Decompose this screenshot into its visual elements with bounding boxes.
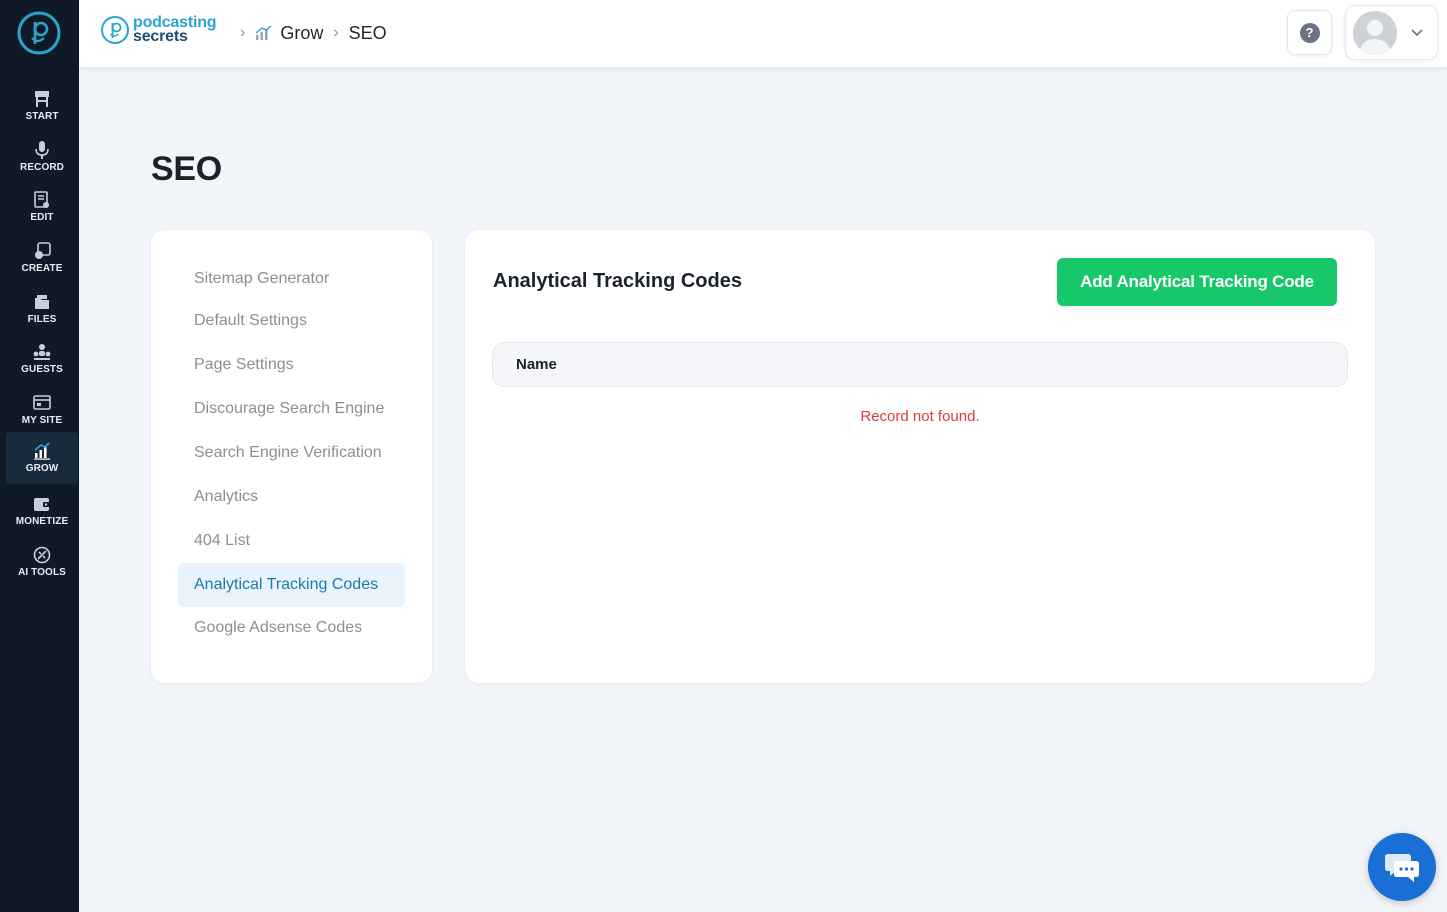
tracking-codes-panel: Analytical Tracking Codes Add Analytical… (465, 230, 1375, 683)
guests-icon (31, 341, 53, 363)
menu-item-analytics[interactable]: Analytics (178, 475, 405, 519)
chat-widget-button[interactable] (1368, 833, 1436, 901)
help-icon: ? (1299, 22, 1320, 43)
rail-item-grow[interactable]: GROW (6, 432, 78, 484)
page-title: SEO (151, 150, 222, 188)
chevron-right-icon: › (240, 24, 246, 41)
brand-mark-icon (101, 16, 129, 44)
create-icon (31, 240, 53, 262)
rail-label: GROW (25, 463, 59, 474)
menu-item-404-list[interactable]: 404 List (178, 519, 405, 563)
rail-label: CREATE (21, 263, 63, 274)
rail-item-ai-tools[interactable]: AI TOOLS (6, 538, 78, 588)
grow-chart-icon (255, 25, 272, 40)
avatar (1353, 10, 1397, 55)
rail-item-create[interactable]: CREATE (6, 234, 78, 284)
menu-item-sitemap-generator[interactable]: Sitemap Generator (178, 257, 405, 301)
menu-item-discourage-search-engine[interactable]: Discourage Search Engine (178, 387, 405, 431)
rail-label: EDIT (30, 212, 54, 223)
left-rail: START RECORD EDIT CREATE FILES GUESTS MY… (0, 0, 79, 912)
grow-icon (31, 440, 53, 462)
rail-label: GUESTS (21, 364, 63, 375)
rail-item-my-site[interactable]: MY SITE (6, 386, 78, 436)
chevron-right-icon: › (333, 24, 339, 41)
user-menu-button[interactable] (1345, 5, 1438, 60)
breadcrumb: › Grow › SEO (230, 20, 387, 46)
empty-state-message: Record not found. (860, 408, 980, 425)
rail-item-files[interactable]: FILES (6, 285, 78, 335)
ai-tools-icon (31, 544, 53, 566)
seo-submenu: Sitemap Generator Default Settings Page … (151, 230, 432, 683)
brand-line-2: secrets (133, 28, 188, 45)
panel-title: Analytical Tracking Codes (493, 270, 742, 292)
rail-label: MONETIZE (15, 516, 69, 527)
microphone-icon (31, 139, 53, 161)
monetize-icon (31, 493, 53, 515)
edit-icon (31, 189, 53, 211)
rail-item-record[interactable]: RECORD (6, 133, 78, 183)
menu-item-analytical-tracking-codes[interactable]: Analytical Tracking Codes (178, 563, 405, 607)
files-icon (31, 291, 53, 313)
chat-icon (1385, 854, 1419, 882)
breadcrumb-grow[interactable]: Grow (255, 23, 323, 44)
rail-label: FILES (27, 314, 57, 325)
rail-item-guests[interactable]: GUESTS (6, 335, 78, 385)
help-button[interactable]: ? (1287, 10, 1332, 55)
add-tracking-code-button[interactable]: Add Analytical Tracking Code (1057, 258, 1337, 306)
rail-label: MY SITE (21, 415, 63, 426)
start-icon (31, 88, 53, 110)
table-header: Name (492, 342, 1348, 387)
chevron-down-icon (1411, 28, 1423, 36)
menu-item-page-settings[interactable]: Page Settings (178, 343, 405, 387)
breadcrumb-current: SEO (348, 22, 387, 43)
app-logo-icon[interactable] (16, 10, 62, 56)
breadcrumb-grow-label: Grow (280, 22, 324, 43)
menu-item-google-adsense-codes[interactable]: Google Adsense Codes (178, 606, 405, 650)
top-bar: podcasting secrets › Grow › SEO ? (79, 0, 1447, 67)
rail-item-monetize[interactable]: MONETIZE (6, 487, 78, 537)
menu-item-default-settings[interactable]: Default Settings (178, 299, 405, 343)
rail-label: RECORD (20, 162, 64, 173)
rail-label: AI TOOLS (18, 567, 66, 578)
column-header-name[interactable]: Name (516, 356, 557, 373)
rail-item-start[interactable]: START (6, 82, 78, 132)
rail-label: START (25, 111, 59, 122)
brand-logo[interactable]: podcasting secrets (100, 13, 217, 47)
my-site-icon (31, 392, 53, 414)
menu-item-search-engine-verification[interactable]: Search Engine Verification (178, 431, 405, 475)
brand-wordmark: podcasting secrets (133, 15, 217, 45)
rail-item-edit[interactable]: EDIT (6, 183, 78, 233)
